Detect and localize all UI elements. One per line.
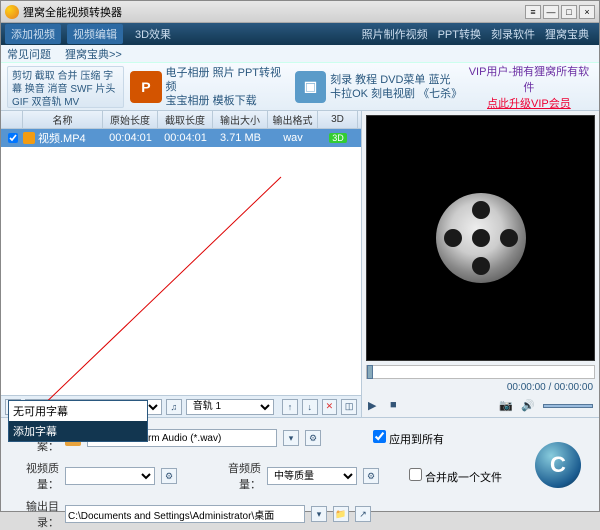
nav-ppt-convert[interactable]: PPT转换 [438, 26, 481, 42]
row-3d-icon[interactable]: 3D [329, 133, 347, 143]
col-fmt[interactable]: 输出格式 [268, 111, 318, 128]
window-title: 狸窝全能视频转换器 [23, 4, 525, 20]
out-open[interactable]: ↗ [355, 506, 371, 522]
seek-slider[interactable] [366, 365, 595, 379]
merge[interactable]: 合并成一个文件 [409, 468, 502, 485]
grid-blank [1, 147, 361, 395]
app-icon [5, 5, 19, 19]
volume-button[interactable]: 🔊 [521, 399, 535, 413]
out-label: 输出目录： [7, 498, 59, 530]
col-name[interactable]: 名称 [23, 111, 103, 128]
preview-area [366, 115, 595, 361]
row-checkbox[interactable] [8, 133, 18, 143]
slot-album[interactable]: P 电子相册 照片 PPT转视频宝宝相册 模板下载 [130, 66, 289, 108]
close-button[interactable]: × [579, 5, 595, 19]
menu-button[interactable]: ≡ [525, 5, 541, 19]
min-button[interactable]: — [543, 5, 559, 19]
slot-burn[interactable]: ▣ 刻录 教程 DVD菜单 蓝光卡拉OK 刻电视剧 《七杀》 [295, 66, 459, 108]
row-fmt: wav [268, 129, 318, 147]
convert-button[interactable]: C [535, 442, 581, 488]
subtitle-dropdown-menu[interactable]: 无可用字幕 添加字幕 [8, 400, 148, 442]
row-name: 视频.MP4 [38, 130, 86, 146]
row-orig: 00:04:01 [103, 129, 158, 147]
top-nav: 添加视频 视频编辑 3D效果 照片制作视频 PPT转换 刻录软件 狸窝宝典 [1, 23, 599, 45]
nav-burn[interactable]: 刻录软件 [491, 26, 535, 42]
nav-photo-video[interactable]: 照片制作视频 [362, 26, 428, 42]
burn-icon: ▣ [295, 71, 326, 103]
vip-upgrade-link[interactable]: 点此升级VIP会员 [465, 95, 593, 111]
slotA-l1: 电子相册 照片 PPT转视频 [166, 66, 289, 94]
volume-slider[interactable] [543, 404, 593, 408]
slotB-l2: 卡拉OK 刻电视剧 《七杀》 [330, 87, 459, 101]
col-check[interactable] [3, 111, 23, 128]
link-faq[interactable]: 常见问题 [7, 46, 51, 62]
row-clip: 00:04:01 [158, 129, 213, 147]
film-reel-icon [436, 193, 526, 283]
aq-select[interactable]: 中等质量 [267, 467, 357, 485]
vq-settings[interactable]: ⚙ [161, 468, 177, 484]
snapshot-button[interactable]: 📷 [499, 399, 513, 413]
aq-label: 音频质量： [209, 460, 261, 492]
grid-header: 名称 原始长度 截取长度 输出大小 输出格式 3D [1, 111, 361, 129]
preset-settings[interactable]: ⚙ [305, 430, 321, 446]
slot-vip[interactable]: VIP用户-拥有狸窝所有软件点此升级VIP会员 [465, 66, 593, 108]
slotA-l2: 宝宝相册 模板下载 [166, 94, 289, 108]
merge-checkbox[interactable] [409, 468, 422, 481]
col-orig[interactable]: 原始长度 [103, 111, 158, 128]
file-list-pane: 名称 原始长度 截取长度 输出大小 输出格式 3D 视频.MP4 00:04:0… [1, 111, 361, 417]
apply-all-checkbox[interactable] [373, 430, 386, 443]
vq-label: 视频质量： [7, 460, 59, 492]
col-size[interactable]: 输出大小 [213, 111, 268, 128]
nav-add-video[interactable]: 添加视频 [5, 24, 61, 44]
out-browse[interactable]: 📁 [333, 506, 349, 522]
titlebar: 狸窝全能视频转换器 ≡ — □ × [1, 1, 599, 23]
col-3d[interactable]: 3D [318, 111, 358, 128]
file-icon [23, 132, 35, 144]
nav-3d-effect[interactable]: 3D效果 [129, 24, 177, 44]
feature-block[interactable]: 剪切 截取 合并 压缩 字幕 换音 消音 SWF 片头 GIF 双音轨 MV [7, 66, 124, 108]
col-clip[interactable]: 截取长度 [158, 111, 213, 128]
dd-item-add[interactable]: 添加字幕 [9, 421, 147, 441]
play-button[interactable]: ▶ [368, 399, 382, 413]
dd-item-none[interactable]: 无可用字幕 [9, 401, 147, 421]
album-icon: P [130, 71, 161, 103]
aq-settings[interactable]: ⚙ [363, 468, 379, 484]
toolbar: 剪切 截取 合并 压缩 字幕 换音 消音 SWF 片头 GIF 双音轨 MV P… [1, 63, 599, 111]
vq-select[interactable] [65, 467, 155, 485]
slotB-l1: 刻录 教程 DVD菜单 蓝光 [330, 73, 459, 87]
row-size: 3.71 MB [213, 129, 268, 147]
nav-baodan[interactable]: 狸窝宝典 [545, 26, 589, 42]
out-input[interactable] [65, 505, 305, 523]
nav-edit-video[interactable]: 视频编辑 [67, 24, 123, 44]
preset-dropdown[interactable]: ▾ [283, 430, 299, 446]
time-display: 00:00:00 / 00:00:00 [362, 379, 599, 395]
table-row[interactable]: 视频.MP4 00:04:01 00:04:01 3.71 MB wav 3D [1, 129, 361, 147]
preview-pane: 00:00:00 / 00:00:00 ▶ ■ 📷 🔊 [361, 111, 599, 417]
out-dropdown[interactable]: ▾ [311, 506, 327, 522]
vip-l1: VIP用户-拥有狸窝所有软件 [465, 63, 593, 95]
apply-all[interactable]: 应用到所有 [373, 430, 444, 447]
max-button[interactable]: □ [561, 5, 577, 19]
stop-button[interactable]: ■ [390, 399, 404, 413]
merge-label: 合并成一个文件 [425, 472, 502, 484]
link-baodan[interactable]: 狸窝宝典>> [65, 46, 122, 62]
apply-all-label: 应用到所有 [389, 434, 444, 446]
